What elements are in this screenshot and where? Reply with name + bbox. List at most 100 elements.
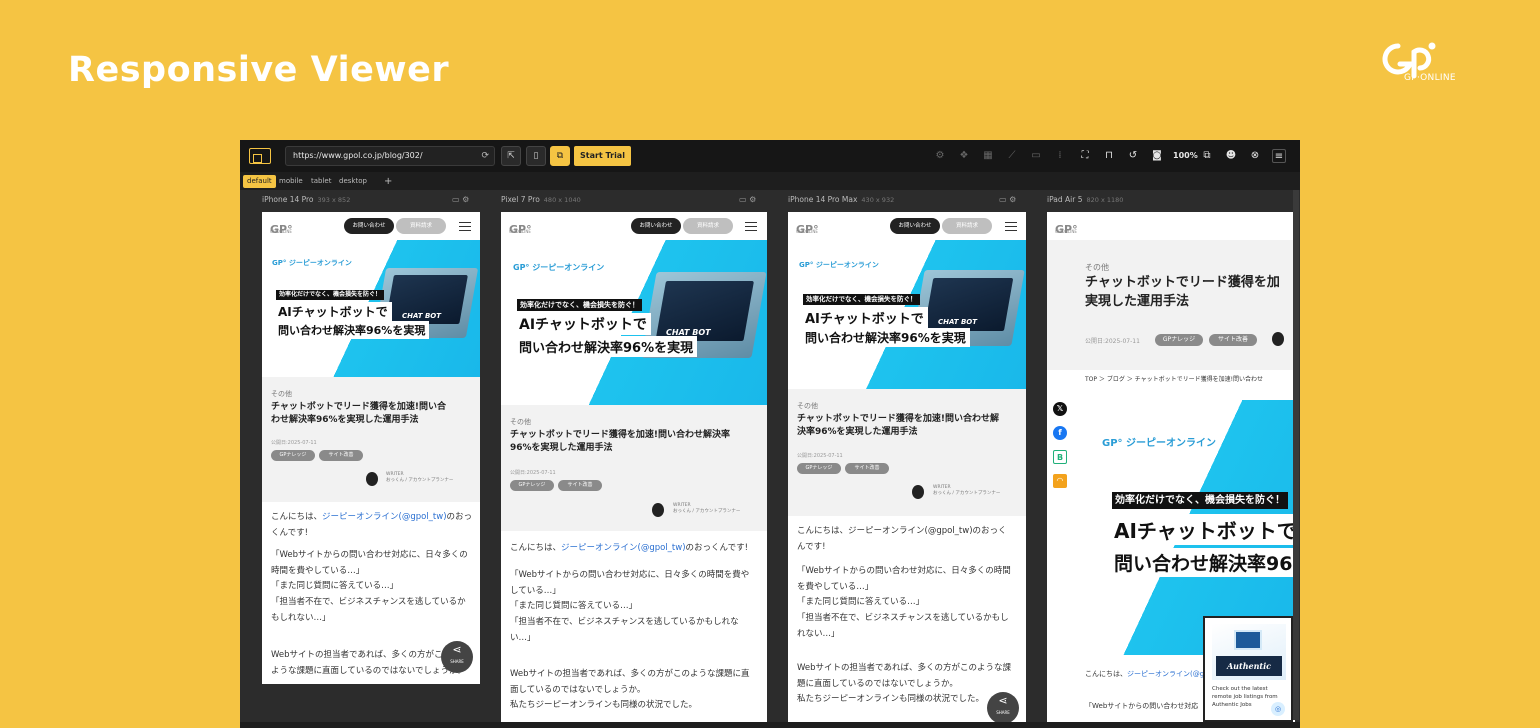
banner-line-2: 問い合わせ解決率96%を実現: [274, 321, 430, 339]
share-button[interactable]: ⋖ SHARE: [441, 641, 473, 673]
tab-mobile[interactable]: mobile: [275, 175, 307, 188]
device-screen[interactable]: GP° GP·ONLINE その他 チャットボットでリード獲得を加 実現した運用手法…: [1047, 212, 1295, 728]
device-tool-button[interactable]: ▯: [526, 146, 546, 166]
hamburger-menu-icon[interactable]: [459, 222, 471, 231]
tag-gp-knowledge[interactable]: GPナレッジ: [1155, 334, 1203, 346]
url-input[interactable]: https://www.gpol.co.jp/blog/302/ ⟳: [285, 146, 495, 166]
tag-gp-knowledge[interactable]: GPナレッジ: [510, 480, 554, 491]
title-line-2: 96%を実現した運用手法: [510, 443, 613, 454]
download-button[interactable]: 資料請求: [396, 218, 446, 234]
article-meta: その他 チャットボットでリード獲得を加速!問い合わせ解決率96%を実現した運用手…: [262, 377, 480, 502]
grid-icon[interactable]: ▦: [981, 149, 995, 163]
site-header: GP° GP·ONLINE お問い合わせ 資料請求: [262, 212, 480, 240]
tab-default[interactable]: default: [243, 175, 276, 188]
ad-popup[interactable]: Authentic Check out the latest remote jo…: [1203, 616, 1293, 722]
monitor-icon: [1234, 630, 1262, 650]
device-label: iPhone 14 Pro 393 x 852: [262, 190, 350, 210]
tag-gp-knowledge[interactable]: GPナレッジ: [271, 450, 315, 461]
vertical-scrollbar[interactable]: [1293, 190, 1299, 720]
multi-device-button[interactable]: ⧉: [550, 146, 570, 166]
device-controls[interactable]: ▭ ⚙: [452, 195, 469, 204]
site-logo[interactable]: GP° GP·ONLINE: [509, 218, 537, 236]
tag-gp-knowledge[interactable]: GPナレッジ: [797, 463, 841, 474]
minus-icon[interactable]: ▭: [1029, 149, 1043, 163]
device-screen[interactable]: GP° GP·ONLINE お問い合わせ 資料請求 CHAT BOT GP° ジー…: [501, 212, 767, 728]
contact-button[interactable]: お問い合わせ: [631, 218, 681, 234]
reload-icon[interactable]: ⟳: [481, 147, 489, 165]
add-tab-button[interactable]: +: [380, 175, 396, 188]
tag-site-improvement[interactable]: サイト改善: [845, 463, 889, 474]
writer-avatar: [366, 472, 378, 486]
banner-subtitle: 効率化だけでなく、機会損失を防ぐ！: [803, 294, 920, 305]
banner-subtitle: 効率化だけでなく、機会損失を防ぐ！: [276, 290, 385, 300]
category-label: その他: [271, 390, 292, 398]
device-dims: 480 x 1040: [543, 196, 581, 204]
share-icon: ⋖: [452, 643, 462, 656]
tag-site-improvement[interactable]: サイト改善: [1209, 334, 1257, 346]
download-button[interactable]: 資料請求: [942, 218, 992, 234]
download-button[interactable]: 資料請求: [683, 218, 733, 234]
banner-line-1: AIチャットボットで: [1110, 514, 1295, 545]
ad-brand: Authentic: [1216, 656, 1282, 676]
device-dims: 820 x 1180: [1086, 196, 1124, 204]
article-meta: その他 チャットボットでリード獲得を加 実現した運用手法 公開日:2025-07-…: [1047, 240, 1295, 370]
horizontal-scrollbar[interactable]: [240, 722, 1300, 728]
banner-line-1: AIチャットボットで: [274, 302, 392, 321]
close-circle-icon[interactable]: ⊗: [1248, 149, 1262, 163]
share-label: SHARE: [996, 710, 1010, 715]
hamburger-menu-icon[interactable]: [745, 222, 757, 231]
tag-site-improvement[interactable]: サイト改善: [558, 480, 602, 491]
layers-icon[interactable]: ❖: [957, 149, 971, 163]
contact-button[interactable]: お問い合わせ: [890, 218, 940, 234]
tab-bar: default mobile tablet desktop +: [240, 172, 1300, 190]
body-paragraph-2: Webサイトの担当者であれば、多くの方がこのような課題に直 面しているのではない…: [510, 669, 750, 711]
device-controls[interactable]: ▭ ⚙: [739, 195, 756, 204]
writer-info: WRITER おっくん / アカウントプランナー: [386, 472, 454, 483]
device-screen[interactable]: GP° GP·ONLINE お問い合わせ 資料請求 CHAT BOT GP° ジー…: [788, 212, 1026, 728]
hamburger-menu-icon[interactable]: [1005, 222, 1017, 231]
copy-icon[interactable]: ⧉: [1200, 149, 1214, 163]
x-icon[interactable]: 𝕏: [1053, 402, 1067, 416]
twitter-link[interactable]: ジーピーオンライン(@gpol_tw): [561, 543, 686, 553]
body-paragraph: 「Webサイトからの問い合わせ対応: [1085, 702, 1199, 710]
site-logo[interactable]: GP° GP·ONLINE: [1055, 218, 1083, 236]
device-label: iPad Air 5 820 x 1180: [1047, 190, 1123, 210]
rotate-icon[interactable]: ↺: [1126, 149, 1140, 163]
rss-icon[interactable]: ◠: [1053, 474, 1067, 488]
brand-logo-text: GP·ONLINE: [1404, 73, 1456, 83]
site-logo[interactable]: GP° GP·ONLINE: [796, 218, 824, 236]
device-screen[interactable]: GP° GP·ONLINE お問い合わせ 資料請求 CHAT BOT GP° ジー…: [262, 212, 480, 684]
tab-desktop[interactable]: desktop: [335, 175, 371, 188]
device-name: iPad Air 5: [1047, 195, 1083, 204]
zoom-level[interactable]: 100%: [1173, 149, 1198, 163]
title-line-2: 決率96%を実現した運用手法: [797, 427, 918, 438]
facebook-icon[interactable]: f: [1053, 426, 1067, 440]
cursor-tool-button[interactable]: ⇱: [501, 146, 521, 166]
device-controls[interactable]: ▭ ⚙: [999, 195, 1016, 204]
settings-cog-icon[interactable]: ⚙: [933, 149, 947, 163]
camera-icon[interactable]: ◙: [1150, 149, 1164, 163]
breadcrumb[interactable]: TOP ＞ ブログ ＞ チャットボットでリード獲得を加速!問い合わせ: [1085, 374, 1263, 385]
bookmark-icon[interactable]: B: [1053, 450, 1067, 464]
banner-line-2: 問い合わせ解決率96%を実現: [801, 328, 970, 347]
ad-info-icon[interactable]: ◎: [1271, 702, 1285, 716]
app-logo-icon[interactable]: [249, 148, 271, 164]
writer-info: WRITER おっくん / アカウントプランナー: [673, 503, 741, 514]
twitter-link[interactable]: ジーピーオンライン(@gpol_tw): [322, 512, 447, 522]
tag-site-improvement[interactable]: サイト改善: [319, 450, 363, 461]
article-title: チャットボットでリード獲得を加速!問い合わせ解決率 96%を実現した運用手法: [510, 429, 730, 455]
dots-grid-icon[interactable]: ⁞: [1053, 149, 1067, 163]
lock-icon[interactable]: ⊓: [1102, 149, 1116, 163]
share-button[interactable]: ⋖ SHARE: [987, 692, 1019, 724]
hero-banner: CHAT BOT GP° ジーピーオンライン 効率化だけでなく、機会損失を防ぐ！…: [262, 240, 480, 377]
writer-avatar: [912, 485, 924, 499]
start-trial-button[interactable]: Start Trial: [574, 146, 631, 166]
publish-date: 公開日:2025-07-11: [271, 440, 317, 446]
contact-button[interactable]: お問い合わせ: [344, 218, 394, 234]
tab-tablet[interactable]: tablet: [307, 175, 335, 188]
discord-icon[interactable]: ☻: [1224, 149, 1238, 163]
ruler-icon[interactable]: ⟋: [1005, 149, 1019, 163]
site-logo[interactable]: GP° GP·ONLINE: [270, 218, 298, 236]
screenshot-frame-icon[interactable]: ⛶: [1078, 149, 1092, 163]
menu-icon[interactable]: ≡: [1272, 149, 1286, 163]
